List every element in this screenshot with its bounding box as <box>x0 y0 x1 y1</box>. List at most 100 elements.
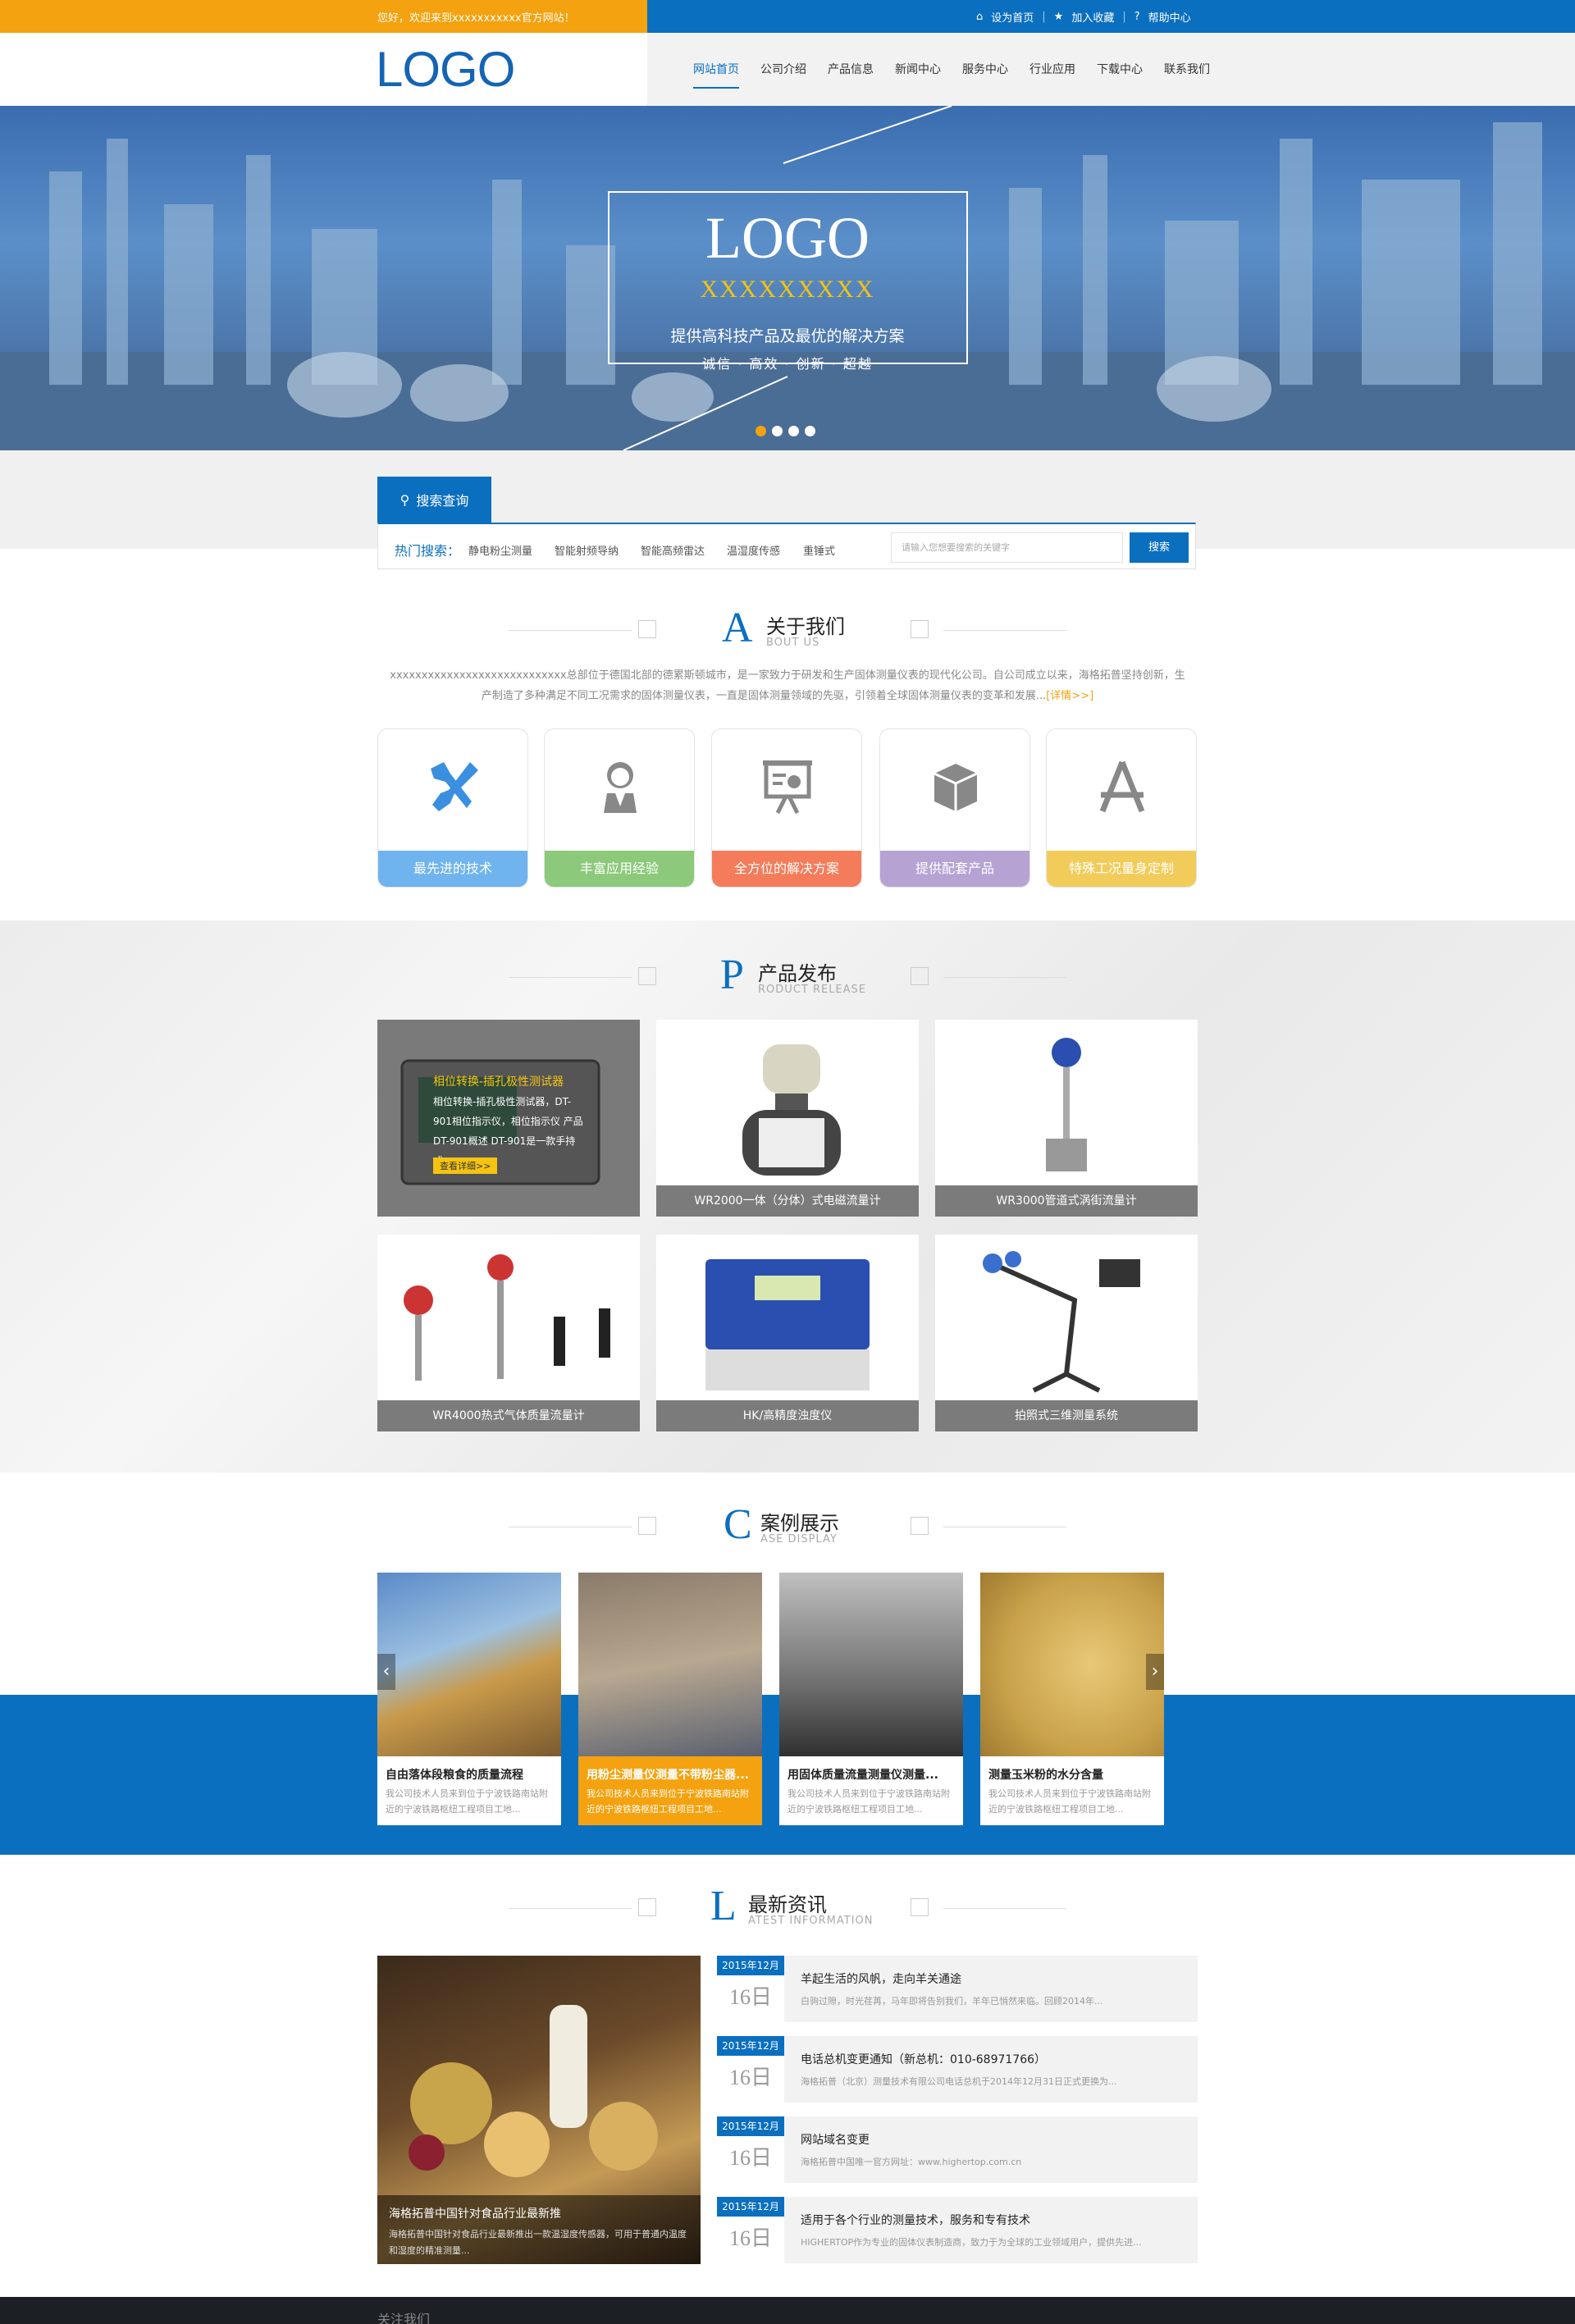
help-link[interactable]: 帮助中心 <box>1148 9 1191 25</box>
news-date: 2015年12月 16日 <box>717 2116 784 2183</box>
news-item[interactable]: 2015年12月 16日 羊起生活的风帆，走向羊关通途 白驹过隙，时光荏苒，马年… <box>717 1956 1198 2022</box>
feature-label: 特殊工况量身定制 <box>1047 851 1196 887</box>
hero-banner[interactable]: LOGO XXXXXXXXX 提供高科技产品及最优的解决方案 诚信 · 高效 ·… <box>0 106 1575 450</box>
hot-keyword[interactable]: 智能高频雷达 <box>641 542 705 558</box>
feature-card[interactable]: 全方位的解决方案 <box>711 728 862 888</box>
divider <box>509 630 632 631</box>
section-title: 产品发布 <box>758 962 837 985</box>
nav-products[interactable]: 产品信息 <box>817 61 884 94</box>
nav-news[interactable]: 新闻中心 <box>884 61 952 94</box>
news-item[interactable]: 2015年12月 16日 电话总机变更通知（新总机：010-68971766） … <box>717 2036 1198 2103</box>
section-subtitle: ASE DISPLAY <box>760 1533 838 1546</box>
featured-product-title: 相位转换-插孔极性测试器 <box>433 1075 564 1089</box>
about-more-link[interactable]: [详情>>] <box>1046 690 1093 702</box>
section-subtitle: ATEST INFORMATION <box>748 1915 874 1927</box>
news-section-title: L 最新资讯 ATEST INFORMATION <box>0 1883 1575 1934</box>
case-desc: 我公司技术人员来到位于宁波铁路南站附近的宁波铁路枢纽工程项目工地... <box>386 1788 548 1815</box>
news-month: 2015年12月 <box>717 2116 784 2136</box>
view-detail-button[interactable]: 查看详细>> <box>433 1157 498 1174</box>
prev-arrow-icon[interactable]: ‹ <box>377 1654 395 1690</box>
search-button[interactable]: 搜索 <box>1130 532 1189 563</box>
feature-card[interactable]: 提供配套产品 <box>879 728 1030 888</box>
case-image <box>377 1573 561 1756</box>
nav-download[interactable]: 下载中心 <box>1086 61 1153 94</box>
news-day: 16日 <box>728 2146 772 2170</box>
feature-label: 丰富应用经验 <box>545 851 694 887</box>
deco-square <box>911 1898 929 1916</box>
news-featured[interactable]: 海格拓普中国针对食品行业最新推 海格拓普中国针对食品行业最新推出一款温湿度传感器… <box>377 1956 701 2264</box>
product-card[interactable]: WR3000管道式涡街流量计 <box>935 1020 1198 1217</box>
divider <box>943 977 1066 978</box>
product-card-featured[interactable]: 相位转换-插孔极性测试器 相位转换-插孔极性测试器，DT-901相位指示仪，相位… <box>377 1020 640 1217</box>
news-date: 2015年12月 16日 <box>717 2197 784 2263</box>
news-item[interactable]: 2015年12月 16日 网站域名变更 海格拓普中国唯一官方网址：www.hig… <box>717 2116 1198 2183</box>
hot-keyword[interactable]: 静电粉尘测量 <box>468 542 532 558</box>
case-image <box>980 1573 1164 1756</box>
divider <box>943 630 1066 631</box>
home-icon: ⌂ <box>976 11 984 23</box>
banner-values: 诚信 · 高效 · 创新 · 超越 <box>702 356 873 372</box>
banner-slogan: 提供高科技产品及最优的解决方案 <box>670 327 905 345</box>
feature-card[interactable]: 最先进的技术 <box>377 728 528 888</box>
next-arrow-icon[interactable]: › <box>1146 1654 1164 1690</box>
carousel-dot[interactable] <box>805 426 815 436</box>
news-day: 16日 <box>728 2226 772 2250</box>
feature-card[interactable]: 特殊工况量身定制 <box>1046 728 1197 888</box>
deco-square <box>638 1517 656 1535</box>
deco-square <box>638 620 656 638</box>
carousel-dot[interactable] <box>772 426 783 436</box>
feature-label: 提供配套产品 <box>880 851 1029 887</box>
nav-company[interactable]: 公司介绍 <box>750 61 817 94</box>
welcome-text: 您好，欢迎来到xxxxxxxxxxx官方网站！ <box>377 12 575 25</box>
product-card[interactable]: HK/高精度浊度仪 <box>656 1235 919 1431</box>
top-links: ⌂ 设为首页 | ★ 加入收藏 | ? 帮助中心 <box>976 9 1191 25</box>
news-title: 电话总机变更通知（新总机：010-68971766） <box>801 2053 1047 2066</box>
section-title: 案例展示 <box>760 1512 839 1535</box>
divider <box>943 1908 1066 1909</box>
favorite-link[interactable]: 加入收藏 <box>1071 9 1114 25</box>
set-home-link[interactable]: 设为首页 <box>991 9 1034 25</box>
header: LOGO 网站首页 公司介绍 产品信息 新闻中心 服务中心 行业应用 下载中心 … <box>0 33 1575 106</box>
search-input[interactable]: 请输入您想要搜索的关键字 <box>891 532 1123 563</box>
news-item[interactable]: 2015年12月 16日 适用于各个行业的测量技术，服务和专有技术 HIGHER… <box>717 2197 1198 2263</box>
carousel-dot[interactable] <box>756 426 766 436</box>
feature-card[interactable]: 丰富应用经验 <box>544 728 695 888</box>
section-letter: A <box>722 605 753 651</box>
star-icon: ★ <box>1053 11 1064 23</box>
product-label: HK/高精度浊度仪 <box>656 1400 919 1431</box>
banner-logo: LOGO <box>705 205 870 271</box>
nav-service[interactable]: 服务中心 <box>952 61 1019 94</box>
case-title: 自由落体段粮食的质量流程 <box>386 1769 523 1782</box>
main-nav: 网站首页 公司介绍 产品信息 新闻中心 服务中心 行业应用 下载中心 联系我们 <box>682 61 1221 94</box>
search-tab[interactable]: ⚲ 搜索查询 <box>377 477 491 523</box>
feature-label: 最先进的技术 <box>378 851 527 887</box>
person-icon <box>604 762 637 813</box>
section-title: 关于我们 <box>766 615 845 638</box>
product-card[interactable]: 拍照式三维测量系统 <box>935 1235 1198 1431</box>
news-date: 2015年12月 16日 <box>717 2036 784 2103</box>
about-section-title: A 关于我们 BOUT US <box>0 605 1575 656</box>
site-logo[interactable]: LOGO <box>376 41 515 98</box>
case-card[interactable]: 用固体质量流量测量仪测量... 我公司技术人员来到位于宁波铁路南站附近的宁波铁路… <box>779 1573 963 1825</box>
case-desc: 我公司技术人员来到位于宁波铁路南站附近的宁波铁路枢纽工程项目工地... <box>788 1788 950 1815</box>
hot-keyword[interactable]: 重锤式 <box>803 542 835 558</box>
news-date: 2015年12月 16日 <box>717 1956 784 2022</box>
news-featured-title: 海格拓普中国针对食品行业最新推 <box>389 2208 561 2221</box>
nav-home[interactable]: 网站首页 <box>682 61 750 94</box>
hot-keyword[interactable]: 温湿度传感 <box>727 542 780 558</box>
nav-industry[interactable]: 行业应用 <box>1019 61 1086 94</box>
case-desc: 我公司技术人员来到位于宁波铁路南站附近的宁波铁路枢纽工程项目工地... <box>587 1788 749 1815</box>
case-card[interactable]: 自由落体段粮食的质量流程 我公司技术人员来到位于宁波铁路南站附近的宁波铁路枢纽工… <box>377 1573 561 1825</box>
separator: | <box>1042 11 1046 23</box>
nav-contact[interactable]: 联系我们 <box>1153 61 1221 94</box>
product-card[interactable]: WR2000一体（分体）式电磁流量计 <box>656 1020 919 1217</box>
carousel-dot[interactable] <box>788 426 799 436</box>
box-icon <box>934 764 978 811</box>
case-card[interactable]: 用粉尘测量仪测量不带粉尘器... 我公司技术人员来到位于宁波铁路南站附近的宁波铁… <box>578 1573 762 1825</box>
deco-square <box>911 620 929 638</box>
hot-keyword[interactable]: 智能射频导纳 <box>555 542 619 558</box>
section-subtitle: RODUCT RELEASE <box>758 984 867 996</box>
news-month: 2015年12月 <box>717 2197 784 2217</box>
product-card[interactable]: WR4000热式气体质量流量计 <box>377 1235 640 1431</box>
case-card[interactable]: 测量玉米粉的水分含量 我公司技术人员来到位于宁波铁路南站附近的宁波铁路枢纽工程项… <box>980 1573 1164 1825</box>
